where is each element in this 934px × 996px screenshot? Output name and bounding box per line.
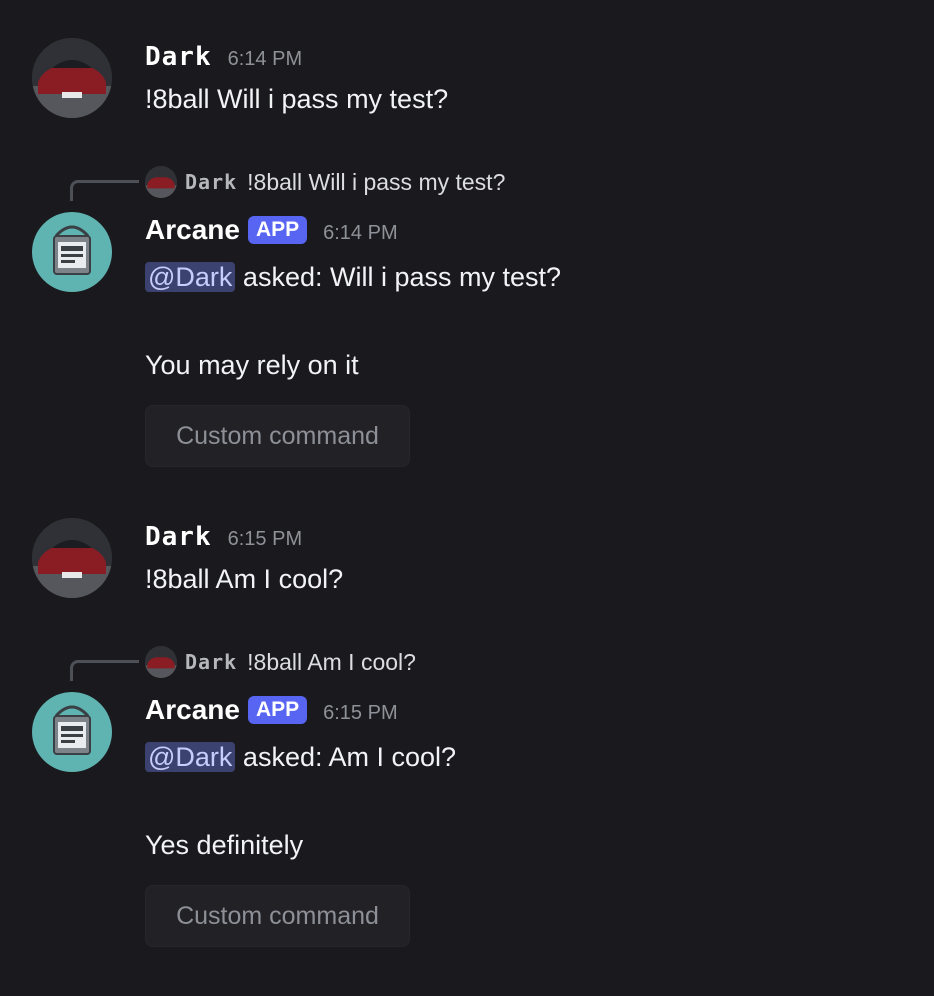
reply-username[interactable]: Dark	[185, 650, 237, 674]
answer-text: You may rely on it	[145, 350, 359, 380]
timestamp[interactable]: 6:15 PM	[228, 528, 302, 551]
message-header: Arcane APP 6:14 PM	[145, 214, 398, 247]
message-header: Arcane APP 6:15 PM	[145, 694, 398, 727]
message-text: !8ball Am I cool?	[145, 564, 344, 594]
asked-text: asked: Am I cool?	[235, 742, 457, 772]
red-car-avatar-icon	[145, 166, 177, 198]
message-header: Dark 6:15 PM	[145, 522, 302, 552]
reply-avatar	[145, 166, 177, 198]
username[interactable]: Arcane	[145, 214, 240, 246]
reply-connector	[70, 180, 139, 201]
app-badge: APP	[247, 216, 308, 244]
paint-bucket-avatar-icon	[53, 225, 91, 275]
user-mention[interactable]: @Dark	[145, 742, 236, 772]
username[interactable]: Arcane	[145, 694, 240, 726]
red-car-avatar-icon	[32, 518, 112, 598]
timestamp[interactable]: 6:15 PM	[323, 702, 397, 725]
paint-bucket-avatar-icon	[53, 705, 91, 755]
message-text: !8ball Will i pass my test?	[145, 84, 449, 114]
timestamp[interactable]: 6:14 PM	[323, 222, 397, 245]
red-car-avatar-icon	[145, 646, 177, 678]
user-mention[interactable]: @Dark	[145, 262, 236, 292]
message-text: @Dark asked: Will i pass my test?	[145, 262, 561, 293]
reply-preview[interactable]: Dark !8ball Am I cool?	[145, 646, 416, 678]
custom-command-button[interactable]: Custom command	[145, 885, 410, 947]
reply-username[interactable]: Dark	[185, 170, 237, 194]
message-header: Dark 6:14 PM	[145, 42, 302, 72]
red-car-avatar-icon	[32, 38, 112, 118]
app-badge: APP	[247, 696, 308, 724]
bot-avatar-arcane[interactable]	[32, 212, 112, 292]
user-avatar-dark[interactable]	[32, 38, 112, 118]
timestamp[interactable]: 6:14 PM	[228, 48, 302, 71]
reply-connector	[70, 660, 139, 681]
user-avatar-dark[interactable]	[32, 518, 112, 598]
username[interactable]: Dark	[145, 42, 212, 72]
answer-text: Yes definitely	[145, 830, 304, 860]
custom-command-button[interactable]: Custom command	[145, 405, 410, 467]
message-text: @Dark asked: Am I cool?	[145, 742, 456, 773]
reply-text: !8ball Am I cool?	[247, 648, 416, 675]
asked-text: asked: Will i pass my test?	[235, 262, 562, 292]
reply-text: !8ball Will i pass my test?	[247, 168, 506, 195]
username[interactable]: Dark	[145, 522, 212, 552]
bot-avatar-arcane[interactable]	[32, 692, 112, 772]
reply-avatar	[145, 646, 177, 678]
reply-preview[interactable]: Dark !8ball Will i pass my test?	[145, 166, 505, 198]
